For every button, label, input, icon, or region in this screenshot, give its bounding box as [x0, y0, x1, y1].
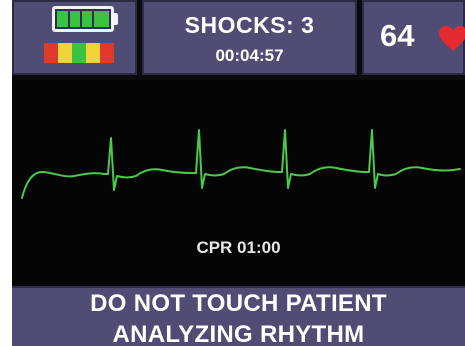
elapsed-time: 00:04:57: [215, 46, 284, 65]
battery-segment-divider: [80, 11, 82, 27]
prompt-line-1: DO NOT TOUCH PATIENT: [90, 290, 387, 317]
battery-tip: [114, 13, 118, 25]
indicator-segment: [100, 43, 114, 63]
ecg-display: CPR 01:00: [12, 80, 465, 286]
indicator-segment: [58, 43, 72, 63]
indicator-segment: [44, 43, 58, 63]
indicator-segment: [86, 43, 100, 63]
defibrillator-screen: SHOCKS: 3 00:04:57 64 CPR 01:00 DO NOT T…: [0, 0, 465, 346]
battery-icon: [52, 6, 114, 32]
battery-panel: [12, 0, 137, 75]
cpr-timer: CPR 01:00: [196, 238, 281, 257]
battery-segment-divider: [92, 11, 94, 27]
heart-rate-value: 64: [380, 18, 415, 53]
shock-count: SHOCKS: 3: [184, 12, 315, 38]
battery-level-fill: [57, 11, 109, 27]
heart-icon: [439, 26, 465, 51]
battery-segment-divider: [68, 11, 70, 27]
prompt-message: DO NOT TOUCH PATIENT ANALYZING RHYTHM: [12, 286, 465, 346]
indicator-segment: [72, 43, 86, 63]
status-indicator-bar: [44, 43, 114, 63]
heart-rate-panel: 64: [362, 0, 465, 75]
prompt-line-2: ANALYZING RHYTHM: [112, 321, 365, 346]
shocks-panel: SHOCKS: 3 00:04:57: [142, 0, 357, 75]
